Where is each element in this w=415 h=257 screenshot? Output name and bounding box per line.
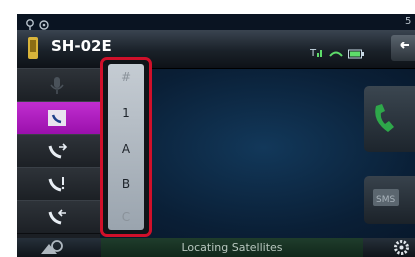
missed-calls-button[interactable] bbox=[17, 167, 100, 201]
index-item-a[interactable]: A bbox=[108, 142, 144, 156]
settings-button[interactable] bbox=[387, 238, 415, 257]
status-right-text: 5 bbox=[405, 16, 412, 27]
sms-icon: SMS bbox=[372, 188, 402, 214]
index-list: # 1 A B C bbox=[108, 64, 144, 230]
phonebook-icon bbox=[47, 109, 69, 131]
call-icon bbox=[370, 101, 404, 141]
incoming-calls-icon bbox=[47, 208, 69, 230]
call-button[interactable] bbox=[364, 86, 415, 152]
svg-text:T: T bbox=[310, 48, 317, 58]
alphabet-index-strip: # 1 A B C bbox=[100, 57, 152, 237]
outgoing-calls-button[interactable] bbox=[17, 134, 100, 168]
back-button[interactable] bbox=[391, 35, 415, 61]
navigation-button[interactable] bbox=[17, 238, 79, 257]
device-name: SH-02E bbox=[51, 37, 112, 55]
missed-calls-icon bbox=[47, 175, 69, 197]
gps-status: Locating Satellites bbox=[101, 238, 363, 257]
index-item-hash[interactable]: # bbox=[108, 70, 144, 84]
phonebook-button[interactable] bbox=[17, 101, 100, 135]
svg-text:SMS: SMS bbox=[376, 195, 395, 205]
settings-icon bbox=[393, 239, 410, 257]
voice-dial-button[interactable] bbox=[17, 68, 100, 102]
phone-screen: 5 SH-02E T SMS Locating Satellites bbox=[17, 14, 415, 257]
index-item-1[interactable]: 1 bbox=[108, 106, 144, 120]
call-options-sidebar bbox=[17, 68, 100, 257]
voice-dial-icon bbox=[44, 75, 70, 99]
outgoing-calls-icon bbox=[47, 142, 69, 164]
phone-icon bbox=[26, 37, 40, 63]
index-item-b[interactable]: B bbox=[108, 177, 144, 191]
battery-icon bbox=[348, 44, 364, 63]
sms-button[interactable]: SMS bbox=[364, 176, 415, 224]
right-panel: SMS bbox=[364, 68, 415, 257]
status-bar: 5 bbox=[17, 14, 415, 30]
back-icon bbox=[397, 41, 411, 60]
handset-icon bbox=[329, 44, 343, 63]
header-bar: SH-02E T bbox=[17, 30, 415, 69]
incoming-calls-button[interactable] bbox=[17, 200, 100, 234]
index-item-c[interactable]: C bbox=[108, 210, 144, 224]
signal-icon: T bbox=[309, 43, 324, 62]
navigation-icon bbox=[39, 239, 65, 257]
